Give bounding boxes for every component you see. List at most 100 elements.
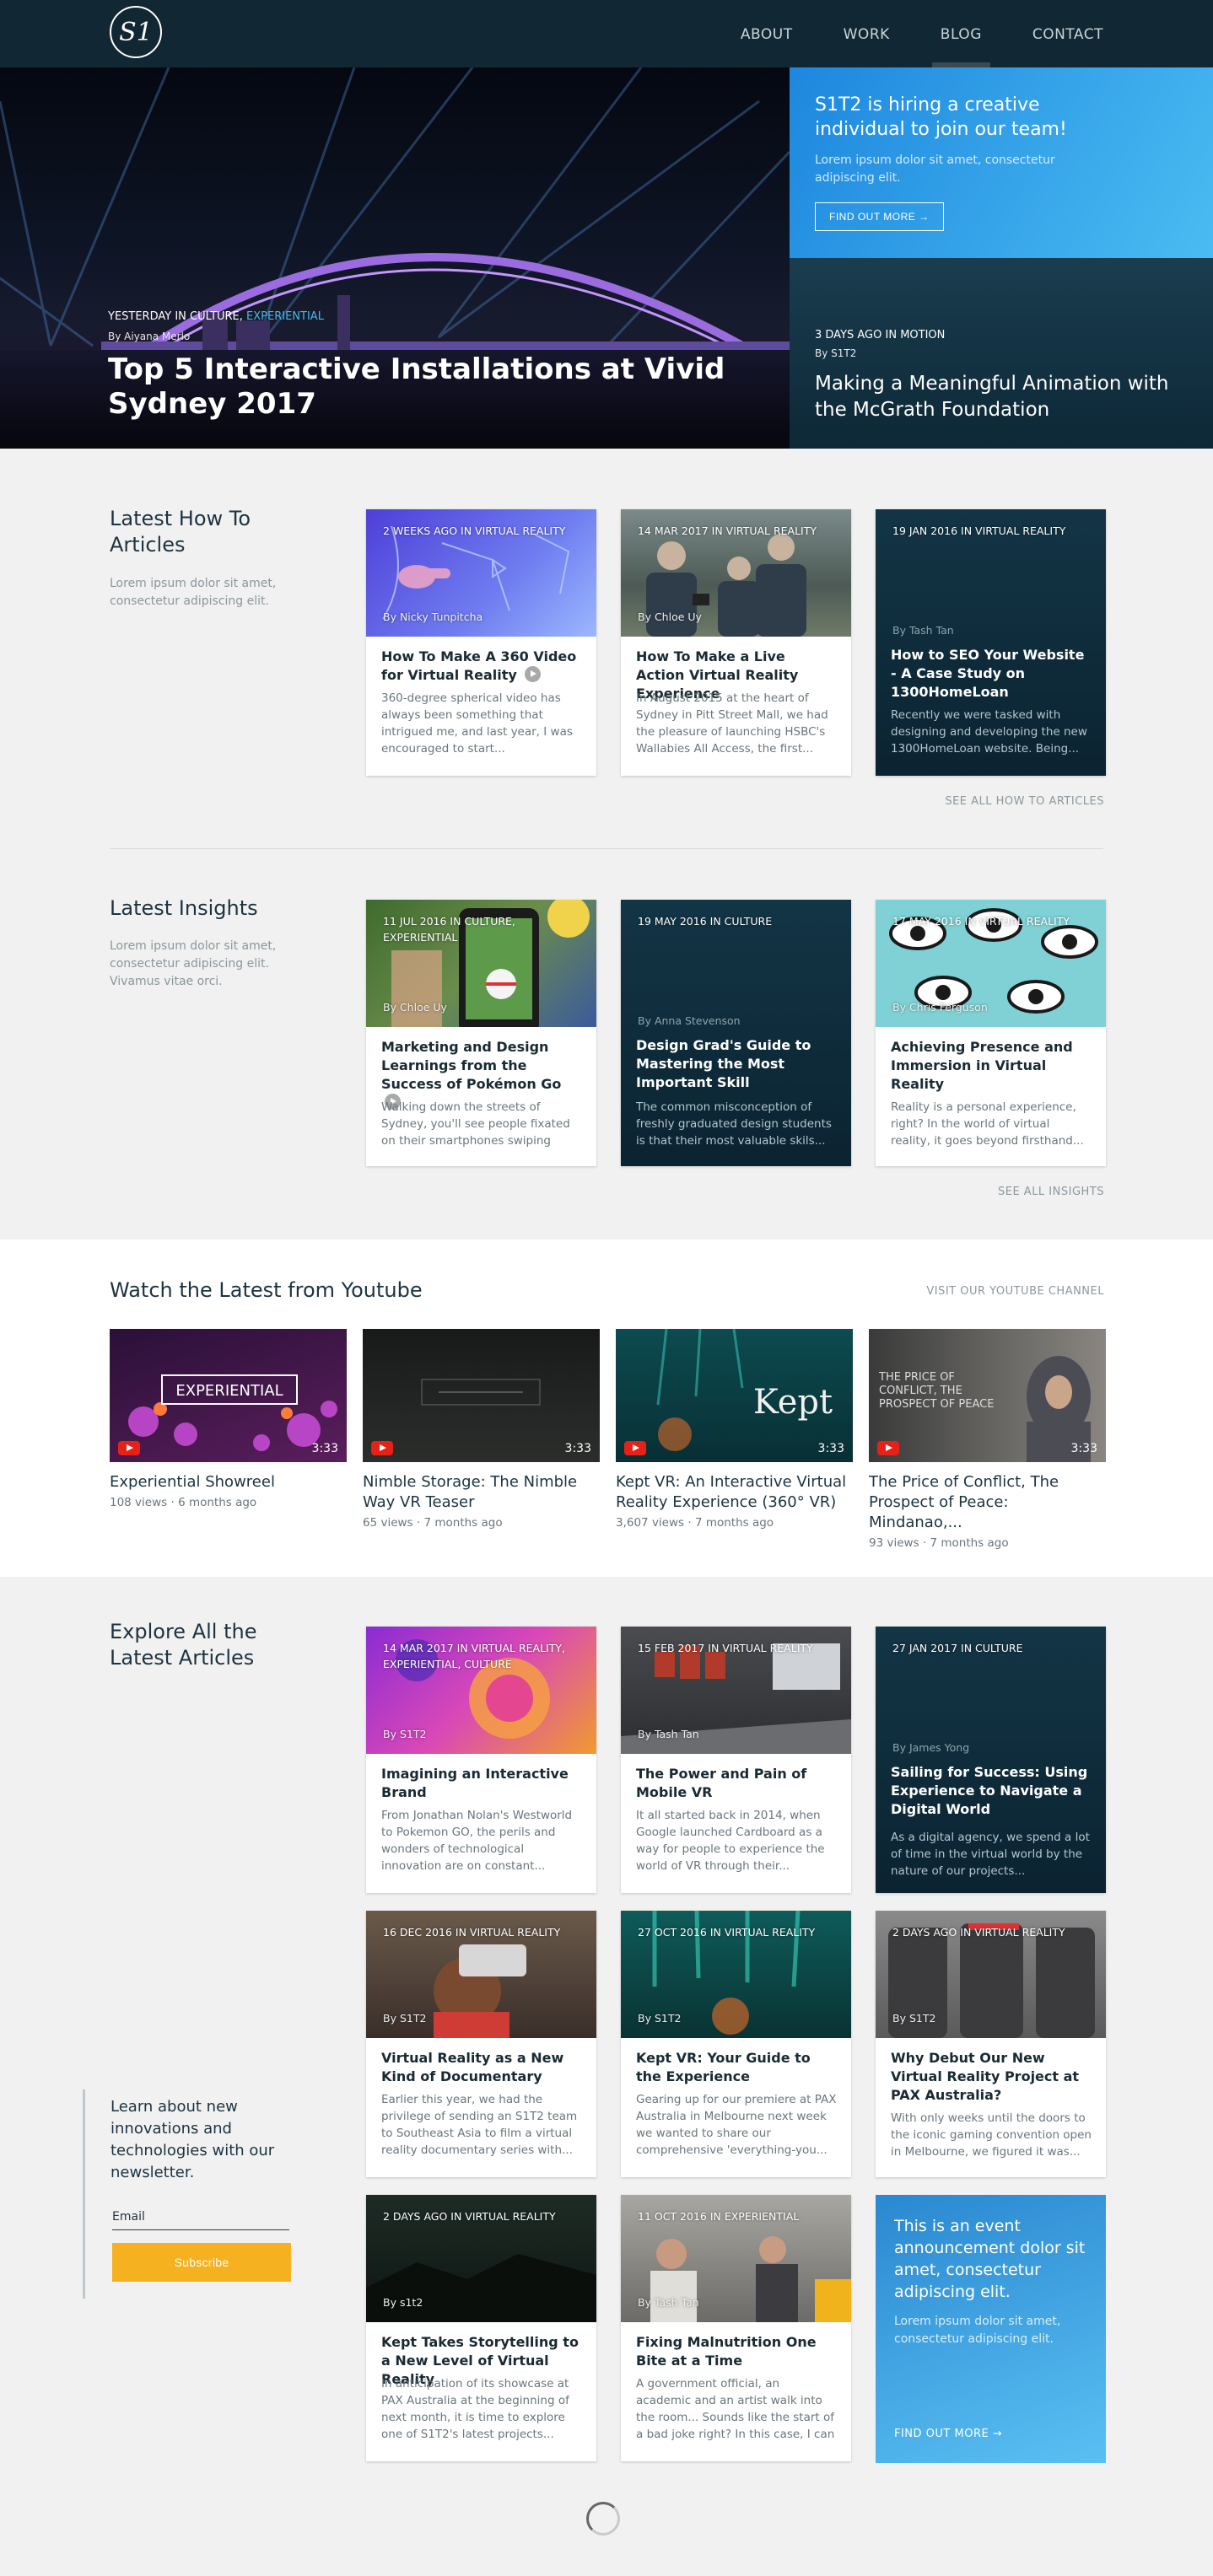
article-excerpt: In anticipation of its showcase at PAX A…: [381, 2377, 569, 2441]
article-title[interactable]: The Power and Pain of Mobile VR: [636, 1765, 837, 1802]
article-title[interactable]: Kept VR: Your Guide to the Experience: [636, 2049, 837, 2086]
article-thumbnail: 11 OCT 2016 IN EXPERIENTIAL By Tash Tan: [621, 2195, 851, 2322]
article-excerpt: In August 2015 at the heart of Sydney in…: [636, 691, 828, 756]
article-card[interactable]: 2 DAYS AGO IN VIRTUAL REALITY By S1T2 Wh…: [876, 1911, 1106, 2177]
see-all-insights-link[interactable]: SEE ALL INSIGHTS: [998, 1186, 1104, 1198]
article-card[interactable]: 16 DEC 2016 IN VIRTUAL REALITY By S1T2 V…: [366, 1911, 596, 2177]
article-title[interactable]: Achieving Presence and Immersion in Virt…: [891, 1038, 1092, 1094]
see-all-howto-link[interactable]: SEE ALL HOW TO ARTICLES: [945, 795, 1104, 808]
hero-title[interactable]: Top 5 Interactive Installations at Vivid…: [108, 352, 774, 422]
article-excerpt: It all started back in 2014, when Google…: [636, 1809, 825, 1873]
article-title[interactable]: Virtual Reality as a New Kind of Documen…: [381, 2049, 582, 2086]
article-card[interactable]: 11 JUL 2016 IN CULTURE, EXPERIENTIAL By …: [366, 900, 596, 1166]
s1t2-logo[interactable]: S1: [110, 6, 162, 58]
video-stats: 108 views · 6 months ago: [110, 1496, 257, 1509]
hero-category-link[interactable]: EXPERIENTIAL: [246, 310, 324, 323]
article-title[interactable]: Why Debut Our New Virtual Reality Projec…: [891, 2049, 1092, 2105]
howto-section-desc: Lorem ipsum dolor sit amet, consectetur …: [110, 577, 277, 608]
video-thumbnail[interactable]: 3:33: [363, 1329, 600, 1462]
article-meta: 27 OCT 2016 IN VIRTUAL REALITY: [638, 1926, 816, 1939]
article-meta: 11 JUL 2016 IN CULTURE, EXPERIENTIAL: [383, 915, 515, 944]
video-title[interactable]: Kept VR: An Interactive Virtual Reality …: [616, 1472, 853, 1513]
video-thumbnail[interactable]: EXPERIENTIAL 3:33: [110, 1329, 347, 1462]
article-thumbnail: 14 MAR 2017 IN VIRTUAL REALITY By Chloe …: [621, 509, 851, 637]
video-duration: 3:33: [817, 1442, 844, 1455]
article-author: By Chloe Uy: [383, 1001, 447, 1014]
article-header: 27 JAN 2017 IN CULTURE By James Yong: [876, 1627, 1106, 1754]
article-thumbnail: 11 JUL 2016 IN CULTURE, EXPERIENTIAL By …: [366, 900, 596, 1027]
youtube-play-icon: [877, 1441, 899, 1455]
article-meta: 14 MAR 2017 IN VIRTUAL REALITY, EXPERIEN…: [383, 1642, 565, 1670]
article-excerpt: Reality is a personal experience, right?…: [891, 1100, 1084, 1148]
article-card[interactable]: 11 OCT 2016 IN EXPERIENTIAL By Tash Tan …: [621, 2195, 851, 2461]
article-author: By S1T2: [383, 1728, 427, 1740]
article-author: By S1T2: [892, 2012, 936, 2025]
article-header: 19 JAN 2016 IN VIRTUAL REALITY By Tash T…: [876, 509, 1106, 637]
article-thumbnail: 17 MAY 2016 IN VIRTUAL REALITY By Chris …: [876, 900, 1106, 1027]
motion-feature[interactable]: 3 DAYS AGO IN MOTION By S1T2 Making a Me…: [790, 258, 1213, 449]
article-title[interactable]: How To Make A 360 Video for Virtual Real…: [381, 648, 582, 685]
video-thumbnail[interactable]: Kept 3:33: [616, 1329, 853, 1462]
email-field[interactable]: [112, 2229, 289, 2230]
howto-section-title: Latest How To Articles: [110, 507, 251, 557]
nav-work[interactable]: WORK: [818, 0, 915, 67]
video-card[interactable]: 3:33 Nimble Storage: The Nimble Way VR T…: [363, 1329, 600, 1530]
thumb-text: EXPERIENTIAL: [175, 1382, 283, 1400]
article-card[interactable]: 19 MAY 2016 IN CULTURE By Anna Stevenson…: [621, 900, 851, 1166]
nav-blog[interactable]: BLOG: [915, 0, 1007, 67]
video-thumbnail[interactable]: THE PRICE OF CONFLICT, THE PROSPECT OF P…: [869, 1329, 1106, 1462]
insights-section-title: Latest Insights: [110, 896, 258, 920]
motion-title[interactable]: Making a Meaningful Animation with the M…: [815, 371, 1169, 423]
loading-spinner-icon: [586, 2502, 620, 2536]
event-title: This is an event announcement dolor sit …: [894, 2217, 1086, 2301]
event-text: Lorem ipsum dolor sit amet, consectetur …: [894, 2315, 1061, 2346]
article-card[interactable]: 27 JAN 2017 IN CULTURE By James Yong Sai…: [876, 1627, 1106, 1893]
article-card[interactable]: 14 MAR 2017 IN VIRTUAL REALITY By Chloe …: [621, 509, 851, 776]
hero-feature[interactable]: YESTERDAY IN CULTURE, EXPERIENTIAL By Ai…: [0, 67, 790, 449]
video-card[interactable]: EXPERIENTIAL 3:33 Experiential Showreel …: [110, 1329, 347, 1509]
article-card[interactable]: 27 OCT 2016 IN VIRTUAL REALITY By S1T2 K…: [621, 1911, 851, 2177]
article-title[interactable]: How to SEO Your Website - A Case Study o…: [891, 646, 1092, 702]
article-author: By Chris Ferguson: [892, 1001, 988, 1014]
article-card[interactable]: 19 JAN 2016 IN VIRTUAL REALITY By Tash T…: [876, 509, 1106, 776]
article-title[interactable]: Sailing for Success: Using Experience to…: [891, 1763, 1092, 1819]
hero-meta: YESTERDAY IN CULTURE, EXPERIENTIAL: [108, 310, 324, 323]
article-excerpt: The common misconception of freshly grad…: [636, 1100, 832, 1148]
article-title[interactable]: Imagining an Interactive Brand: [381, 1765, 582, 1802]
article-thumbnail: 2 DAYS AGO IN VIRTUAL REALITY By s1t2: [366, 2195, 596, 2322]
video-title[interactable]: The Price of Conflict, The Prospect of P…: [869, 1472, 1106, 1533]
article-card[interactable]: 15 FEB 2017 IN VIRTUAL REALITY By Tash T…: [621, 1627, 851, 1893]
video-card[interactable]: Kept 3:33 Kept VR: An Interactive Virtua…: [616, 1329, 853, 1530]
article-author: By Nicky Tunpitcha: [383, 610, 483, 623]
hiring-find-out-more-button[interactable]: FIND OUT MORE →: [815, 202, 944, 231]
article-title[interactable]: Design Grad's Guide to Mastering the Mos…: [636, 1036, 837, 1092]
article-excerpt: With only weeks until the doors to the i…: [891, 2111, 1092, 2159]
article-card[interactable]: 14 MAR 2017 IN VIRTUAL REALITY, EXPERIEN…: [366, 1627, 596, 1893]
youtube-section: Watch the Latest from Youtube VISIT OUR …: [0, 1240, 1213, 1577]
nav-about[interactable]: ABOUT: [715, 0, 818, 67]
hiring-text: Lorem ipsum dolor sit amet, consectetur …: [815, 153, 1055, 185]
event-find-out-more-link[interactable]: FIND OUT MORE →: [894, 2428, 1002, 2440]
hiring-title: S1T2 is hiring a creative individual to …: [815, 94, 1067, 140]
article-author: By Anna Stevenson: [638, 1014, 741, 1027]
subscribe-button[interactable]: Subscribe: [112, 2243, 291, 2282]
nav-contact[interactable]: CONTACT: [1007, 0, 1103, 67]
article-meta: 2 WEEKS AGO IN VIRTUAL REALITY: [383, 524, 566, 537]
article-thumbnail: 15 FEB 2017 IN VIRTUAL REALITY By Tash T…: [621, 1627, 851, 1754]
article-title[interactable]: Fixing Malnutrition One Bite at a Time: [636, 2333, 837, 2370]
video-card[interactable]: THE PRICE OF CONFLICT, THE PROSPECT OF P…: [869, 1329, 1106, 1550]
article-meta: 2 DAYS AGO IN VIRTUAL REALITY: [892, 1926, 1065, 1939]
video-title[interactable]: Nimble Storage: The Nimble Way VR Teaser: [363, 1472, 600, 1513]
article-excerpt: Earlier this year, we had the privilege …: [381, 2093, 578, 2157]
main-nav: ABOUT WORK BLOG CONTACT: [715, 0, 1103, 67]
video-duration: 3:33: [1070, 1442, 1097, 1455]
video-title[interactable]: Experiential Showreel: [110, 1472, 347, 1492]
article-card[interactable]: 2 WEEKS AGO IN VIRTUAL REALITY By Nicky …: [366, 509, 596, 776]
article-card[interactable]: 2 DAYS AGO IN VIRTUAL REALITY By s1t2 Ke…: [366, 2195, 596, 2461]
insights-section-desc: Lorem ipsum dolor sit amet, consectetur …: [110, 939, 277, 988]
article-header: 19 MAY 2016 IN CULTURE By Anna Stevenson: [621, 900, 851, 1027]
article-meta: 15 FEB 2017 IN VIRTUAL REALITY: [638, 1642, 813, 1654]
motion-author: By S1T2: [815, 347, 857, 359]
article-card[interactable]: 17 MAY 2016 IN VIRTUAL REALITY By Chris …: [876, 900, 1106, 1166]
youtube-channel-link[interactable]: VISIT OUR YOUTUBE CHANNEL: [926, 1285, 1104, 1298]
